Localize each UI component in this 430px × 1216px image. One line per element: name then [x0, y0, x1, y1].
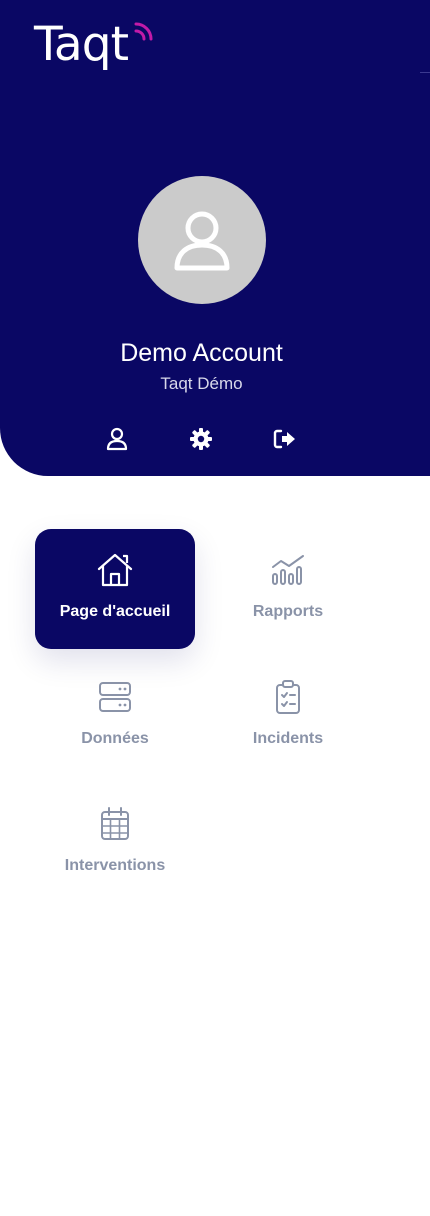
server-icon [96, 678, 134, 716]
account-name: Demo Account [120, 339, 283, 367]
nav-data[interactable]: Données [35, 656, 195, 776]
taqt-logo[interactable]: Taqt [34, 14, 153, 76]
settings-button[interactable] [188, 426, 214, 452]
clipboard-check-icon [269, 678, 307, 716]
chart-icon [269, 551, 307, 589]
profile-header: Taqt Demo Account Taqt Démo [0, 0, 430, 476]
calendar-icon [96, 805, 134, 843]
nav-incidents[interactable]: Incidents [208, 656, 368, 776]
nav-home[interactable]: Page d'accueil [35, 529, 195, 649]
header-divider [420, 72, 430, 73]
logout-button[interactable] [272, 426, 298, 452]
profile-button[interactable] [104, 426, 130, 452]
avatar[interactable] [138, 176, 266, 304]
logo-text: Taqt [34, 17, 129, 72]
logout-icon [273, 429, 295, 449]
nav-label: Page d'accueil [59, 603, 171, 620]
nav-interventions[interactable]: Interventions [35, 783, 195, 903]
nav-label: Données [81, 730, 149, 747]
signal-icon [134, 22, 153, 41]
nav-label: Rapports [252, 603, 324, 620]
gear-icon [190, 428, 212, 450]
nav-label: Interventions [64, 857, 166, 874]
user-icon [106, 427, 128, 451]
user-silhouette-icon [174, 211, 230, 271]
nav-reports[interactable]: Rapports [208, 529, 368, 649]
nav-label: Incidents [252, 730, 324, 747]
home-icon [96, 551, 134, 589]
account-organization: Taqt Démo [160, 374, 243, 393]
